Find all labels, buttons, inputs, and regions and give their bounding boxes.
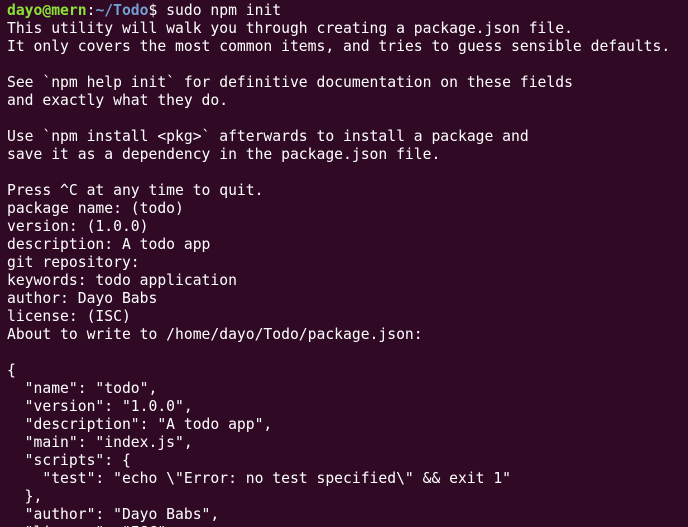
output-line: "test": "echo \"Error: no test specified…	[7, 470, 512, 487]
output-line: "author": "Dayo Babs",	[7, 506, 220, 523]
output-line: "scripts": {	[7, 452, 131, 469]
terminal-output: This utility will walk you through creat…	[7, 20, 688, 527]
output-line: },	[7, 488, 43, 505]
prompt-user-host: dayo@mern	[7, 2, 87, 19]
output-line: author: Dayo Babs	[7, 290, 158, 307]
output-line: package name: (todo)	[7, 200, 184, 217]
output-line: "name": "todo",	[7, 380, 158, 397]
output-line: "description": "A todo app",	[7, 416, 273, 433]
output-line: {	[7, 362, 16, 379]
prompt-line: dayo@mern:~/Todo$ sudo npm init	[7, 2, 688, 20]
output-line: See `npm help init` for definitive docum…	[7, 74, 573, 91]
terminal-window[interactable]: dayo@mern:~/Todo$ sudo npm init This uti…	[0, 0, 688, 527]
prompt-command: sudo npm init	[157, 2, 282, 19]
output-line: git repository:	[7, 254, 140, 271]
output-line: keywords: todo application	[7, 272, 237, 289]
output-line: and exactly what they do.	[7, 92, 229, 109]
output-line: It only covers the most common items, an…	[7, 38, 671, 55]
output-line: version: (1.0.0)	[7, 218, 149, 235]
output-line: This utility will walk you through creat…	[7, 20, 573, 37]
output-line: Press ^C at any time to quit.	[7, 182, 264, 199]
output-line: "main": "index.js",	[7, 434, 193, 451]
prompt-path: ~/Todo	[95, 2, 149, 19]
output-line: description: A todo app	[7, 236, 211, 253]
output-line: save it as a dependency in the package.j…	[7, 146, 441, 163]
output-line: license: (ISC)	[7, 308, 131, 325]
output-line: About to write to /home/dayo/Todo/packag…	[7, 326, 423, 343]
output-line: Use `npm install <pkg>` afterwards to in…	[7, 128, 529, 145]
output-line: "version": "1.0.0",	[7, 398, 193, 415]
